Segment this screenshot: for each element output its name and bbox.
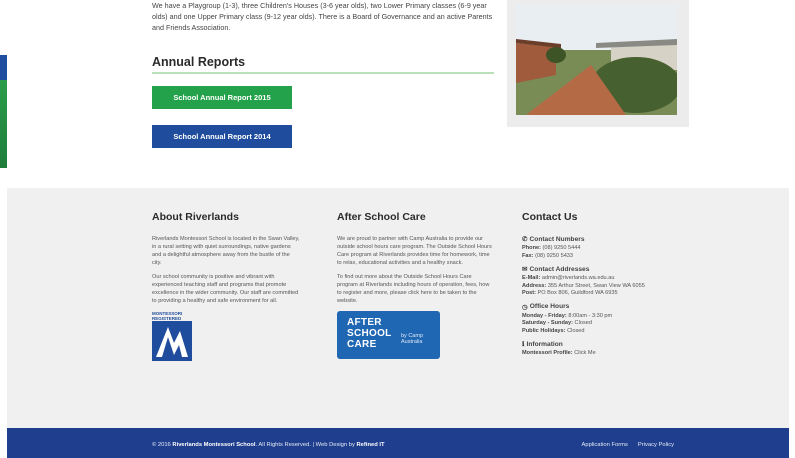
bottom-bar: © 2016 Riverlands Montessori School. All… [7, 428, 789, 458]
footer-contact-column: Contact Us ✆ Contact Numbers Phone: (08)… [522, 211, 672, 363]
contact-heading: Contact Us [522, 211, 578, 223]
fax-line: Fax: (08) 9250 5433 [522, 252, 574, 259]
contact-addresses-block: ✉ Contact Addresses E-Mail: admin@riverl… [522, 265, 672, 298]
school-name-link[interactable]: Riverlands Montessori School [172, 442, 255, 448]
montessori-logo-label: MONTESSORI REGISTERED [152, 311, 183, 321]
footer-links: Application Forms Privacy Policy [582, 442, 674, 448]
asc-logo-text: AFTER SCHOOL CARE [347, 317, 392, 350]
footer-about-column: About Riverlands Riverlands Montessori S… [152, 211, 300, 366]
heading-divider [152, 72, 494, 74]
clock-icon: ◷ [522, 303, 528, 311]
asc-logo-byline: by Camp Australia [401, 333, 424, 345]
designer-link[interactable]: Refined IT [357, 442, 385, 448]
montessori-registered-logo[interactable]: MONTESSORI REGISTERED [152, 311, 192, 366]
after-school-care-logo[interactable]: AFTER SCHOOL CARE by Camp Australia [337, 311, 440, 359]
hours-weekend-line: Saturday - Sunday: Closed [522, 320, 592, 326]
after-school-paragraph-2[interactable]: To find out more about the Outside Schoo… [337, 273, 492, 305]
after-school-paragraph-1: We are proud to partner with Camp Austra… [337, 236, 492, 266]
office-hours-heading: ◷ Office Hours [522, 303, 570, 311]
info-icon: ℹ [522, 341, 525, 348]
footer-after-school-column: After School Care We are proud to partne… [337, 211, 492, 359]
application-forms-link[interactable]: Application Forms [582, 442, 628, 448]
privacy-policy-link[interactable]: Privacy Policy [638, 442, 674, 448]
school-building-photo [516, 5, 677, 115]
contact-numbers-heading: ✆ Contact Numbers [522, 235, 585, 244]
post-line: Post: PO Box 806, Guildford WA 6935 [522, 290, 618, 296]
about-paragraph-2: Our school community is positive and vib… [152, 274, 299, 304]
contact-addresses-heading: ✉ Contact Addresses [522, 265, 590, 274]
site-footer: About Riverlands Riverlands Montessori S… [7, 188, 789, 428]
annual-report-2015-button[interactable]: School Annual Report 2015 [152, 86, 292, 109]
address-line: Address: 355 Arthur Street, Swan View WA… [522, 282, 645, 289]
copyright-text: © 2016 Riverlands Montessori School. All… [152, 442, 385, 448]
about-heading: About Riverlands [152, 211, 239, 223]
montessori-profile-line[interactable]: Montessori Profile: Click Me [522, 350, 672, 358]
phone-line: Phone: (08) 9250 5444 [522, 245, 581, 251]
information-block: ℹ Information Montessori Profile: Click … [522, 340, 672, 358]
contact-numbers-block: ✆ Contact Numbers Phone: (08) 9250 5444 … [522, 235, 672, 260]
after-school-heading: After School Care [337, 211, 426, 223]
left-edge-blue-stripe [0, 55, 7, 80]
intro-paragraph: We have a Playgroup (1-3), three Childre… [152, 1, 493, 32]
phone-icon: ✆ [522, 236, 528, 243]
montessori-emblem-icon [152, 321, 192, 361]
information-heading: ℹ Information [522, 340, 563, 349]
annual-reports-heading: Annual Reports [152, 55, 246, 69]
hours-weekday-line: Monday - Friday: 8:00am - 3:30 pm [522, 312, 613, 319]
about-paragraph-1: Riverlands Montessori School is located … [152, 236, 300, 266]
email-line[interactable]: E-Mail: admin@riverlands.wa.edu.au [522, 275, 672, 283]
left-edge-green-stripe [0, 80, 7, 168]
hours-holiday-line: Public Holidays: Closed [522, 327, 585, 334]
annual-report-2014-button[interactable]: School Annual Report 2014 [152, 125, 292, 148]
envelope-icon: ✉ [522, 266, 528, 273]
office-hours-block: ◷ Office Hours Monday - Friday: 8:00am -… [522, 303, 672, 336]
